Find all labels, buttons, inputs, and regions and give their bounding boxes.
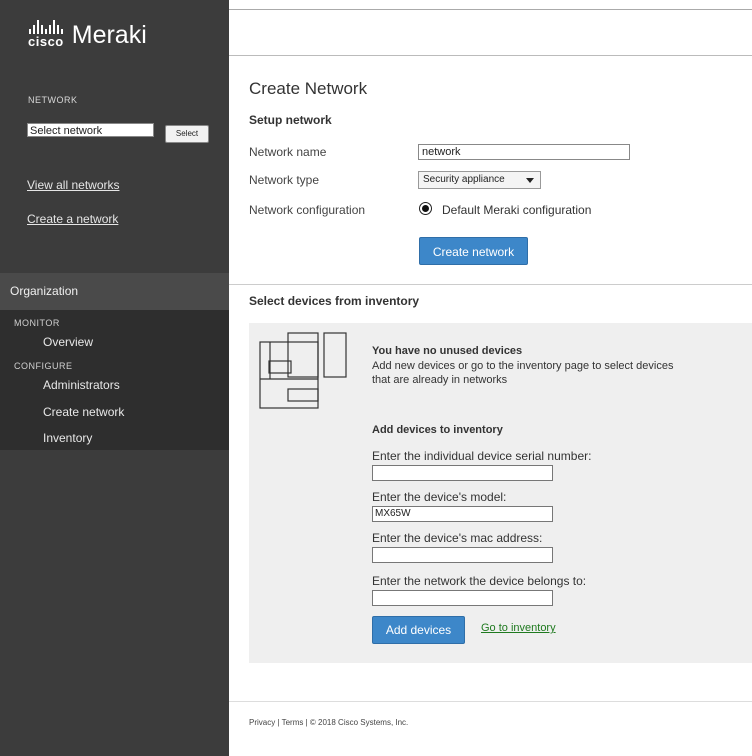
select-network-button[interactable]: Select: [165, 125, 209, 143]
org-item-overview[interactable]: Overview: [43, 335, 93, 349]
org-item-inventory[interactable]: Inventory: [43, 431, 92, 445]
network-type-select[interactable]: Security appliance: [418, 171, 541, 189]
create-network-button[interactable]: Create network: [419, 237, 528, 265]
organization-header[interactable]: Organization: [0, 273, 229, 310]
footer-divider: [229, 701, 752, 702]
meraki-wordmark: Meraki: [71, 21, 147, 49]
inventory-heading: Select devices from inventory: [249, 294, 420, 308]
org-item-create-network[interactable]: Create network: [43, 405, 124, 419]
serial-number-label: Enter the individual device serial numbe…: [372, 449, 592, 463]
add-devices-heading: Add devices to inventory: [372, 424, 503, 436]
default-config-label[interactable]: Default Meraki configuration: [442, 203, 591, 217]
dropdown-arrow-icon: [526, 178, 534, 183]
mac-address-label: Enter the device's mac address:: [372, 531, 543, 545]
device-network-input[interactable]: [372, 590, 553, 606]
monitor-section-label: MONITOR: [14, 318, 60, 328]
footer-text[interactable]: Privacy | Terms | © 2018 Cisco Systems, …: [249, 718, 408, 727]
device-model-input[interactable]: MX65W: [372, 506, 553, 522]
go-to-inventory-link[interactable]: Go to inventory: [481, 622, 556, 634]
serial-number-input[interactable]: [372, 465, 553, 481]
network-name-input[interactable]: network: [418, 144, 630, 160]
view-all-networks-link[interactable]: View all networks: [27, 178, 119, 192]
top-bar: [229, 9, 752, 56]
page-title: Create Network: [249, 79, 368, 98]
network-name-label: Network name: [249, 145, 327, 159]
setup-network-heading: Setup network: [249, 113, 332, 127]
network-select-input[interactable]: Select network: [27, 123, 154, 137]
add-devices-button[interactable]: Add devices: [372, 616, 465, 644]
network-section-label: NETWORK: [28, 95, 78, 105]
default-config-radio[interactable]: [419, 202, 432, 215]
device-model-label: Enter the device's model:: [372, 490, 507, 504]
create-a-network-link[interactable]: Create a network: [27, 212, 118, 226]
cisco-logo-icon: cisco: [28, 20, 64, 48]
inventory-boxes-icon: [259, 332, 347, 409]
configure-section-label: CONFIGURE: [14, 361, 73, 371]
org-item-administrators[interactable]: Administrators: [43, 378, 120, 392]
network-configuration-label: Network configuration: [249, 203, 366, 217]
mac-address-input[interactable]: [372, 547, 553, 563]
no-devices-title: You have no unused devices: [372, 345, 523, 357]
no-devices-text-line1: Add new devices or go to the inventory p…: [372, 360, 674, 372]
network-type-label: Network type: [249, 173, 320, 187]
network-type-value: Security appliance: [423, 174, 505, 185]
device-network-label: Enter the network the device belongs to:: [372, 574, 587, 588]
no-devices-text-line2: that are already in networks: [372, 374, 508, 386]
organization-panel: Organization MONITOR Overview CONFIGURE …: [0, 273, 229, 450]
cisco-wordmark: cisco: [28, 34, 64, 49]
section-divider: [229, 284, 752, 285]
cisco-meraki-logo[interactable]: cisco Meraki: [28, 20, 147, 48]
sidebar: cisco Meraki NETWORK Select network Sele…: [0, 0, 229, 756]
